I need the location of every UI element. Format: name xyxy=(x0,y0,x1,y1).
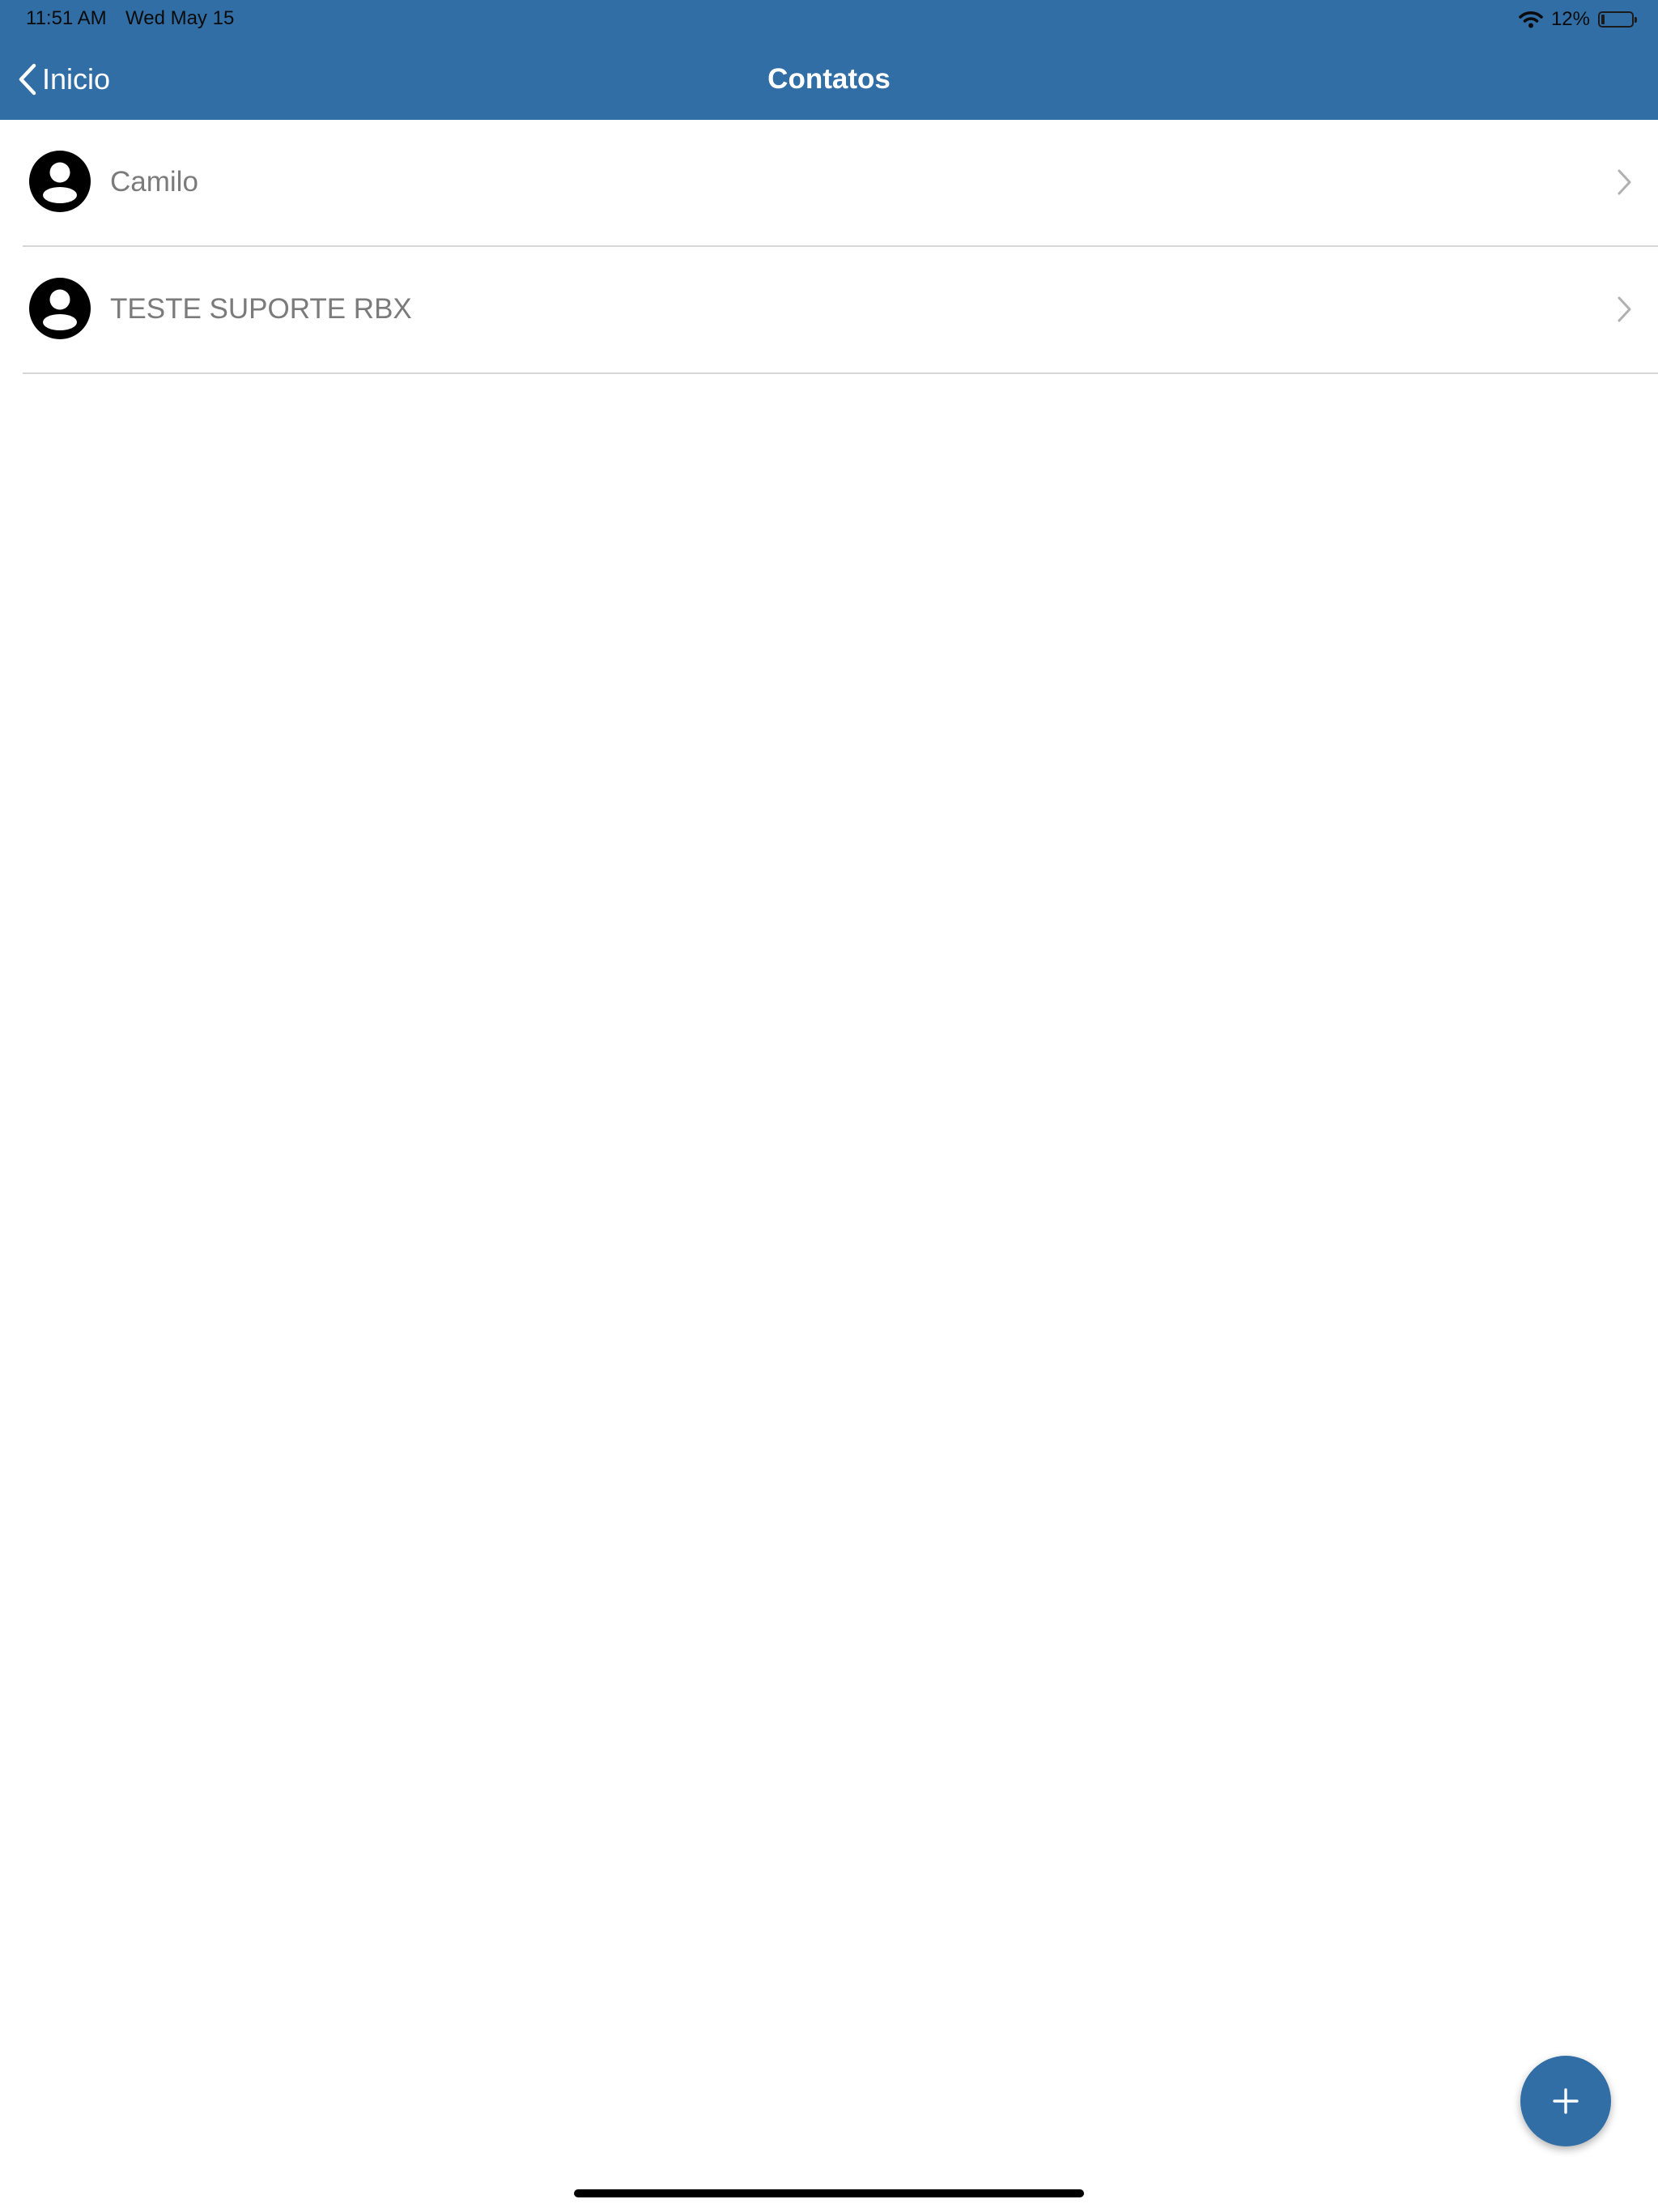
person-circle-icon xyxy=(29,278,91,339)
status-bar: 11:51 AM Wed May 15 12% xyxy=(0,0,1658,39)
chevron-right-icon xyxy=(1616,296,1632,323)
plus-icon xyxy=(1552,2087,1579,2115)
page-title: Contatos xyxy=(767,63,891,95)
status-date: Wed May 15 xyxy=(125,7,235,29)
contact-row-camilo[interactable]: Camilo xyxy=(23,120,1658,247)
home-indicator xyxy=(574,2189,1084,2197)
contact-row-teste-suporte-rbx[interactable]: TESTE SUPORTE RBX xyxy=(23,247,1658,374)
status-indicators: 12% xyxy=(1519,6,1637,32)
status-time: 11:51 AM xyxy=(26,7,107,29)
wifi-icon xyxy=(1519,11,1543,28)
contact-name: Camilo xyxy=(110,166,198,198)
nav-bar: Inicio Contatos xyxy=(0,39,1658,120)
add-contact-button[interactable] xyxy=(1520,2056,1611,2146)
contact-name: TESTE SUPORTE RBX xyxy=(110,293,412,325)
contact-list: Camilo TESTE SUPORTE RBX xyxy=(0,120,1658,374)
app-header: 11:51 AM Wed May 15 12% Inicio Contatos xyxy=(0,0,1658,120)
battery-icon xyxy=(1598,11,1637,28)
person-circle-icon xyxy=(29,151,91,212)
battery-percent: 12% xyxy=(1550,8,1590,30)
chevron-right-icon xyxy=(1616,168,1632,196)
battery-fill xyxy=(1601,15,1605,24)
